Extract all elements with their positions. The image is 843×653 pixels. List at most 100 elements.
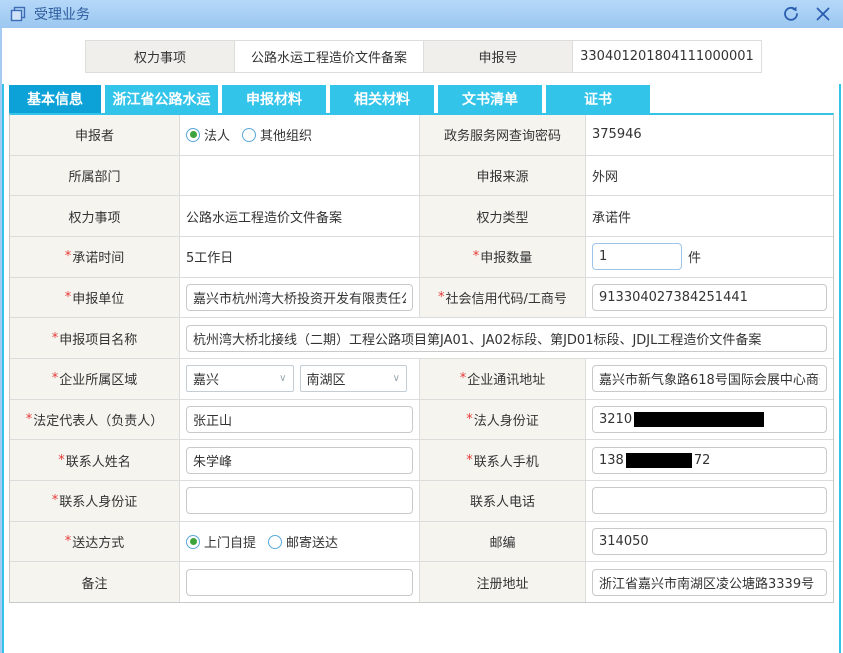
credit-code-label: *社会信用代码/工商号 xyxy=(420,278,586,318)
table-row: *申报单位 *社会信用代码/工商号 xyxy=(10,278,833,319)
delivery-group: 上门自提 邮寄送达 xyxy=(180,522,420,562)
postcode-input[interactable] xyxy=(592,528,827,555)
chevron-down-icon: ∨ xyxy=(279,373,286,384)
project-name-label: *申报项目名称 xyxy=(10,318,180,358)
legal-person-input[interactable] xyxy=(186,406,413,433)
power-item-header-label: 权力事项 xyxy=(85,40,235,73)
remark-label: 备注 xyxy=(10,562,180,602)
contact-name-cell xyxy=(180,440,420,480)
window-icon xyxy=(10,6,27,23)
project-name-cell xyxy=(180,318,833,358)
department-value xyxy=(180,156,420,196)
header-strip: 权力事项 公路水运工程造价文件备案 申报号 330401201804111000… xyxy=(85,40,762,73)
titlebar: 受理业务 xyxy=(0,0,843,28)
region-cell: 嘉兴 ∨ 南湖区 ∨ xyxy=(180,359,420,399)
radio-mail-delivery[interactable]: 邮寄送达 xyxy=(268,532,338,551)
radio-selected-icon xyxy=(186,535,200,549)
contact-name-label: *联系人姓名 xyxy=(10,440,180,480)
radio-unselected-icon xyxy=(268,535,282,549)
radio-legal-person[interactable]: 法人 xyxy=(186,125,230,144)
form-table: 申报者 法人 其他组织 政务服务网查询密码 375946 所属部门 申报来源 外… xyxy=(9,113,834,603)
promise-time-value: 5工作日 xyxy=(180,237,420,277)
contact-phone-input[interactable] xyxy=(592,487,827,514)
tab-declare-materials[interactable]: 申报材料 xyxy=(222,85,326,113)
contact-phone-cell xyxy=(586,481,833,521)
refresh-button[interactable] xyxy=(781,4,801,24)
contact-id-input[interactable] xyxy=(186,487,413,514)
reg-address-input[interactable] xyxy=(592,569,827,596)
tab-certificate[interactable]: 证书 xyxy=(546,85,650,113)
radio-self-pickup[interactable]: 上门自提 xyxy=(186,532,256,551)
table-row: 备注 注册地址 xyxy=(10,562,833,602)
company-address-label: *企业通讯地址 xyxy=(420,359,586,399)
region-label: *企业所属区域 xyxy=(10,359,180,399)
legal-id-label: *法人身份证 xyxy=(420,400,586,440)
table-row: 权力事项 公路水运工程造价文件备案 权力类型 承诺件 xyxy=(10,196,833,237)
power-item-header-value: 公路水运工程造价文件备案 xyxy=(234,40,424,73)
table-row: *联系人身份证 联系人电话 xyxy=(10,481,833,522)
reg-address-cell xyxy=(586,562,833,602)
panel-left-border xyxy=(2,84,4,653)
company-address-input[interactable] xyxy=(592,365,827,392)
declare-no-header-value: 330401201804111000001 xyxy=(572,40,762,73)
region-city-select[interactable]: 嘉兴 ∨ xyxy=(186,365,294,392)
table-row: *联系人姓名 *联系人手机 138 72 xyxy=(10,440,833,481)
contact-id-label: *联系人身份证 xyxy=(10,481,180,521)
project-name-input[interactable] xyxy=(186,325,827,352)
legal-person-label: *法定代表人（负责人） xyxy=(10,400,180,440)
tab-zhejiang-highway[interactable]: 浙江省公路水运 xyxy=(105,85,218,113)
table-row: *申报项目名称 xyxy=(10,318,833,359)
contact-name-input[interactable] xyxy=(186,447,413,474)
table-row: *承诺时间 5工作日 *申报数量 件 xyxy=(10,237,833,278)
table-row: 申报者 法人 其他组织 政务服务网查询密码 375946 xyxy=(10,115,833,156)
declare-unit-input[interactable] xyxy=(186,284,413,311)
power-type-label: 权力类型 xyxy=(420,196,586,236)
credit-code-input[interactable] xyxy=(592,284,827,311)
declare-unit-cell xyxy=(180,278,420,318)
redaction-bar xyxy=(626,453,692,468)
tab-related-materials[interactable]: 相关材料 xyxy=(330,85,434,113)
radio-other-org[interactable]: 其他组织 xyxy=(242,125,312,144)
legal-person-cell xyxy=(180,400,420,440)
table-row: 所属部门 申报来源 外网 xyxy=(10,156,833,197)
legal-id-input[interactable]: 3210 xyxy=(592,406,827,433)
redaction-bar xyxy=(634,412,764,427)
panel-right-border xyxy=(839,84,841,653)
query-password-value: 375946 xyxy=(586,115,833,155)
radio-unselected-icon xyxy=(242,128,256,142)
company-address-cell xyxy=(586,359,833,399)
table-row: *送达方式 上门自提 邮寄送达 邮编 xyxy=(10,522,833,563)
declare-count-unit: 件 xyxy=(688,247,701,266)
query-password-label: 政务服务网查询密码 xyxy=(420,115,586,155)
postcode-cell xyxy=(586,522,833,562)
declare-unit-label: *申报单位 xyxy=(10,278,180,318)
power-type-value: 承诺件 xyxy=(586,196,833,236)
applicant-type-label: 申报者 xyxy=(10,115,180,155)
chevron-down-icon: ∨ xyxy=(393,373,400,384)
radio-selected-icon xyxy=(186,128,200,142)
contact-phone-label: 联系人电话 xyxy=(420,481,586,521)
contact-mobile-cell: 138 72 xyxy=(586,440,833,480)
power-item-value: 公路水运工程造价文件备案 xyxy=(180,196,420,236)
close-button[interactable] xyxy=(813,4,833,24)
declare-no-header-label: 申报号 xyxy=(423,40,573,73)
credit-code-cell xyxy=(586,278,833,318)
reg-address-label: 注册地址 xyxy=(420,562,586,602)
postcode-label: 邮编 xyxy=(420,522,586,562)
contact-mobile-label: *联系人手机 xyxy=(420,440,586,480)
legal-id-cell: 3210 xyxy=(586,400,833,440)
declare-count-input[interactable] xyxy=(592,243,682,270)
remark-cell xyxy=(180,562,420,602)
declare-source-label: 申报来源 xyxy=(420,156,586,196)
window-title: 受理业务 xyxy=(34,4,769,24)
promise-time-label: *承诺时间 xyxy=(10,237,180,277)
region-district-select[interactable]: 南湖区 ∨ xyxy=(300,365,408,392)
tab-basic-info[interactable]: 基本信息 xyxy=(9,85,101,113)
department-label: 所属部门 xyxy=(10,156,180,196)
contact-mobile-input[interactable]: 138 72 xyxy=(592,447,827,474)
tab-document-list[interactable]: 文书清单 xyxy=(438,85,542,113)
accept-business-window: 受理业务 权力事项 公路水运工程造价文件备案 申报号 3304012018041… xyxy=(0,0,843,653)
remark-input[interactable] xyxy=(186,569,413,596)
delivery-label: *送达方式 xyxy=(10,522,180,562)
applicant-type-group: 法人 其他组织 xyxy=(180,115,420,155)
